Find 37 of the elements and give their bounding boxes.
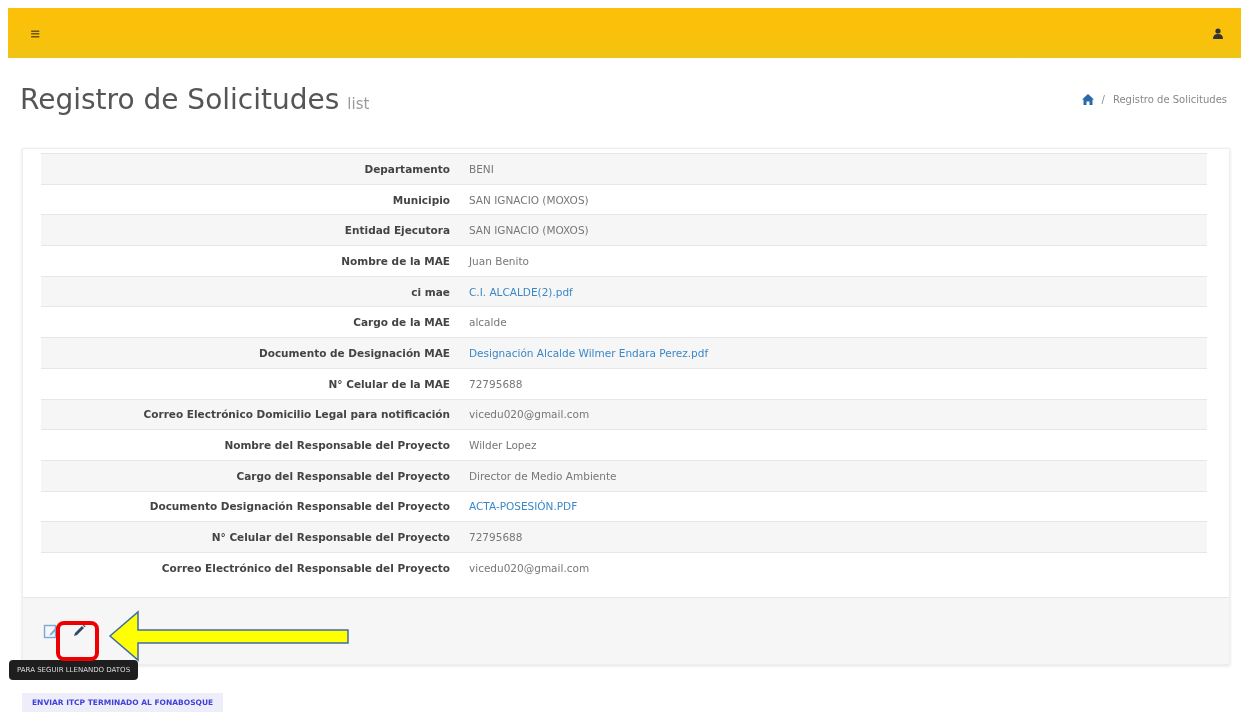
- field-label: Cargo del Responsable del Proyecto: [41, 460, 468, 492]
- field-label: Documento Designación Responsable del Proyecto: [41, 491, 468, 522]
- field-value: 72795688: [468, 368, 1207, 399]
- breadcrumb-item[interactable]: Registro de Solicitudes: [1112, 93, 1227, 105]
- field-label: Cargo de la MAE: [41, 306, 468, 338]
- field-label: Documento de Designación MAE: [41, 337, 468, 369]
- page-subtitle: list: [347, 94, 370, 113]
- field-label: ci mae: [41, 276, 468, 307]
- field-label: Correo Electrónico Domicilio Legal para notificación: [41, 399, 468, 430]
- home-icon[interactable]: [1081, 93, 1094, 105]
- file-link[interactable]: Designación Alcalde Wilmer Endara Perez.pdf: [468, 337, 1207, 369]
- file-link[interactable]: ACTA-POSESIÓN.PDF: [468, 491, 1207, 522]
- highlight-frame: [56, 621, 99, 661]
- field-label: Nombre del Responsable del Proyecto: [41, 429, 468, 461]
- field-label: N° Celular del Responsable del Proyecto: [41, 521, 468, 553]
- field-label: N° Celular de la MAE: [41, 368, 468, 399]
- page-title: Registro de Solicitudes: [20, 82, 340, 116]
- field-label: Correo Electrónico del Responsable del Proyecto: [41, 552, 468, 584]
- field-value: SAN IGNACIO (MOXOS): [468, 184, 1207, 215]
- field-label: Entidad Ejecutora: [41, 214, 468, 246]
- field-value: Juan Benito: [468, 245, 1207, 277]
- breadcrumb-separator: /: [1101, 93, 1105, 105]
- field-value: vicedu020@gmail.com: [468, 552, 1207, 584]
- field-value: BENI: [468, 153, 1207, 185]
- field-value: vicedu020@gmail.com: [468, 399, 1207, 430]
- field-label: Nombre de la MAE: [41, 245, 468, 277]
- field-value: 72795688: [468, 521, 1207, 553]
- menu-icon[interactable]: ≡: [30, 26, 41, 40]
- field-label: Departamento: [41, 153, 468, 185]
- document-edit-icon[interactable]: [43, 623, 59, 640]
- field-value: Director de Medio Ambiente: [468, 460, 1207, 492]
- file-link[interactable]: C.I. ALCALDE(2).pdf: [468, 276, 1207, 307]
- field-value: Wilder Lopez: [468, 429, 1207, 461]
- field-value: alcalde: [468, 306, 1207, 338]
- field-value: SAN IGNACIO (MOXOS): [468, 214, 1207, 246]
- user-icon[interactable]: [1213, 27, 1223, 39]
- field-label: Municipio: [41, 184, 468, 215]
